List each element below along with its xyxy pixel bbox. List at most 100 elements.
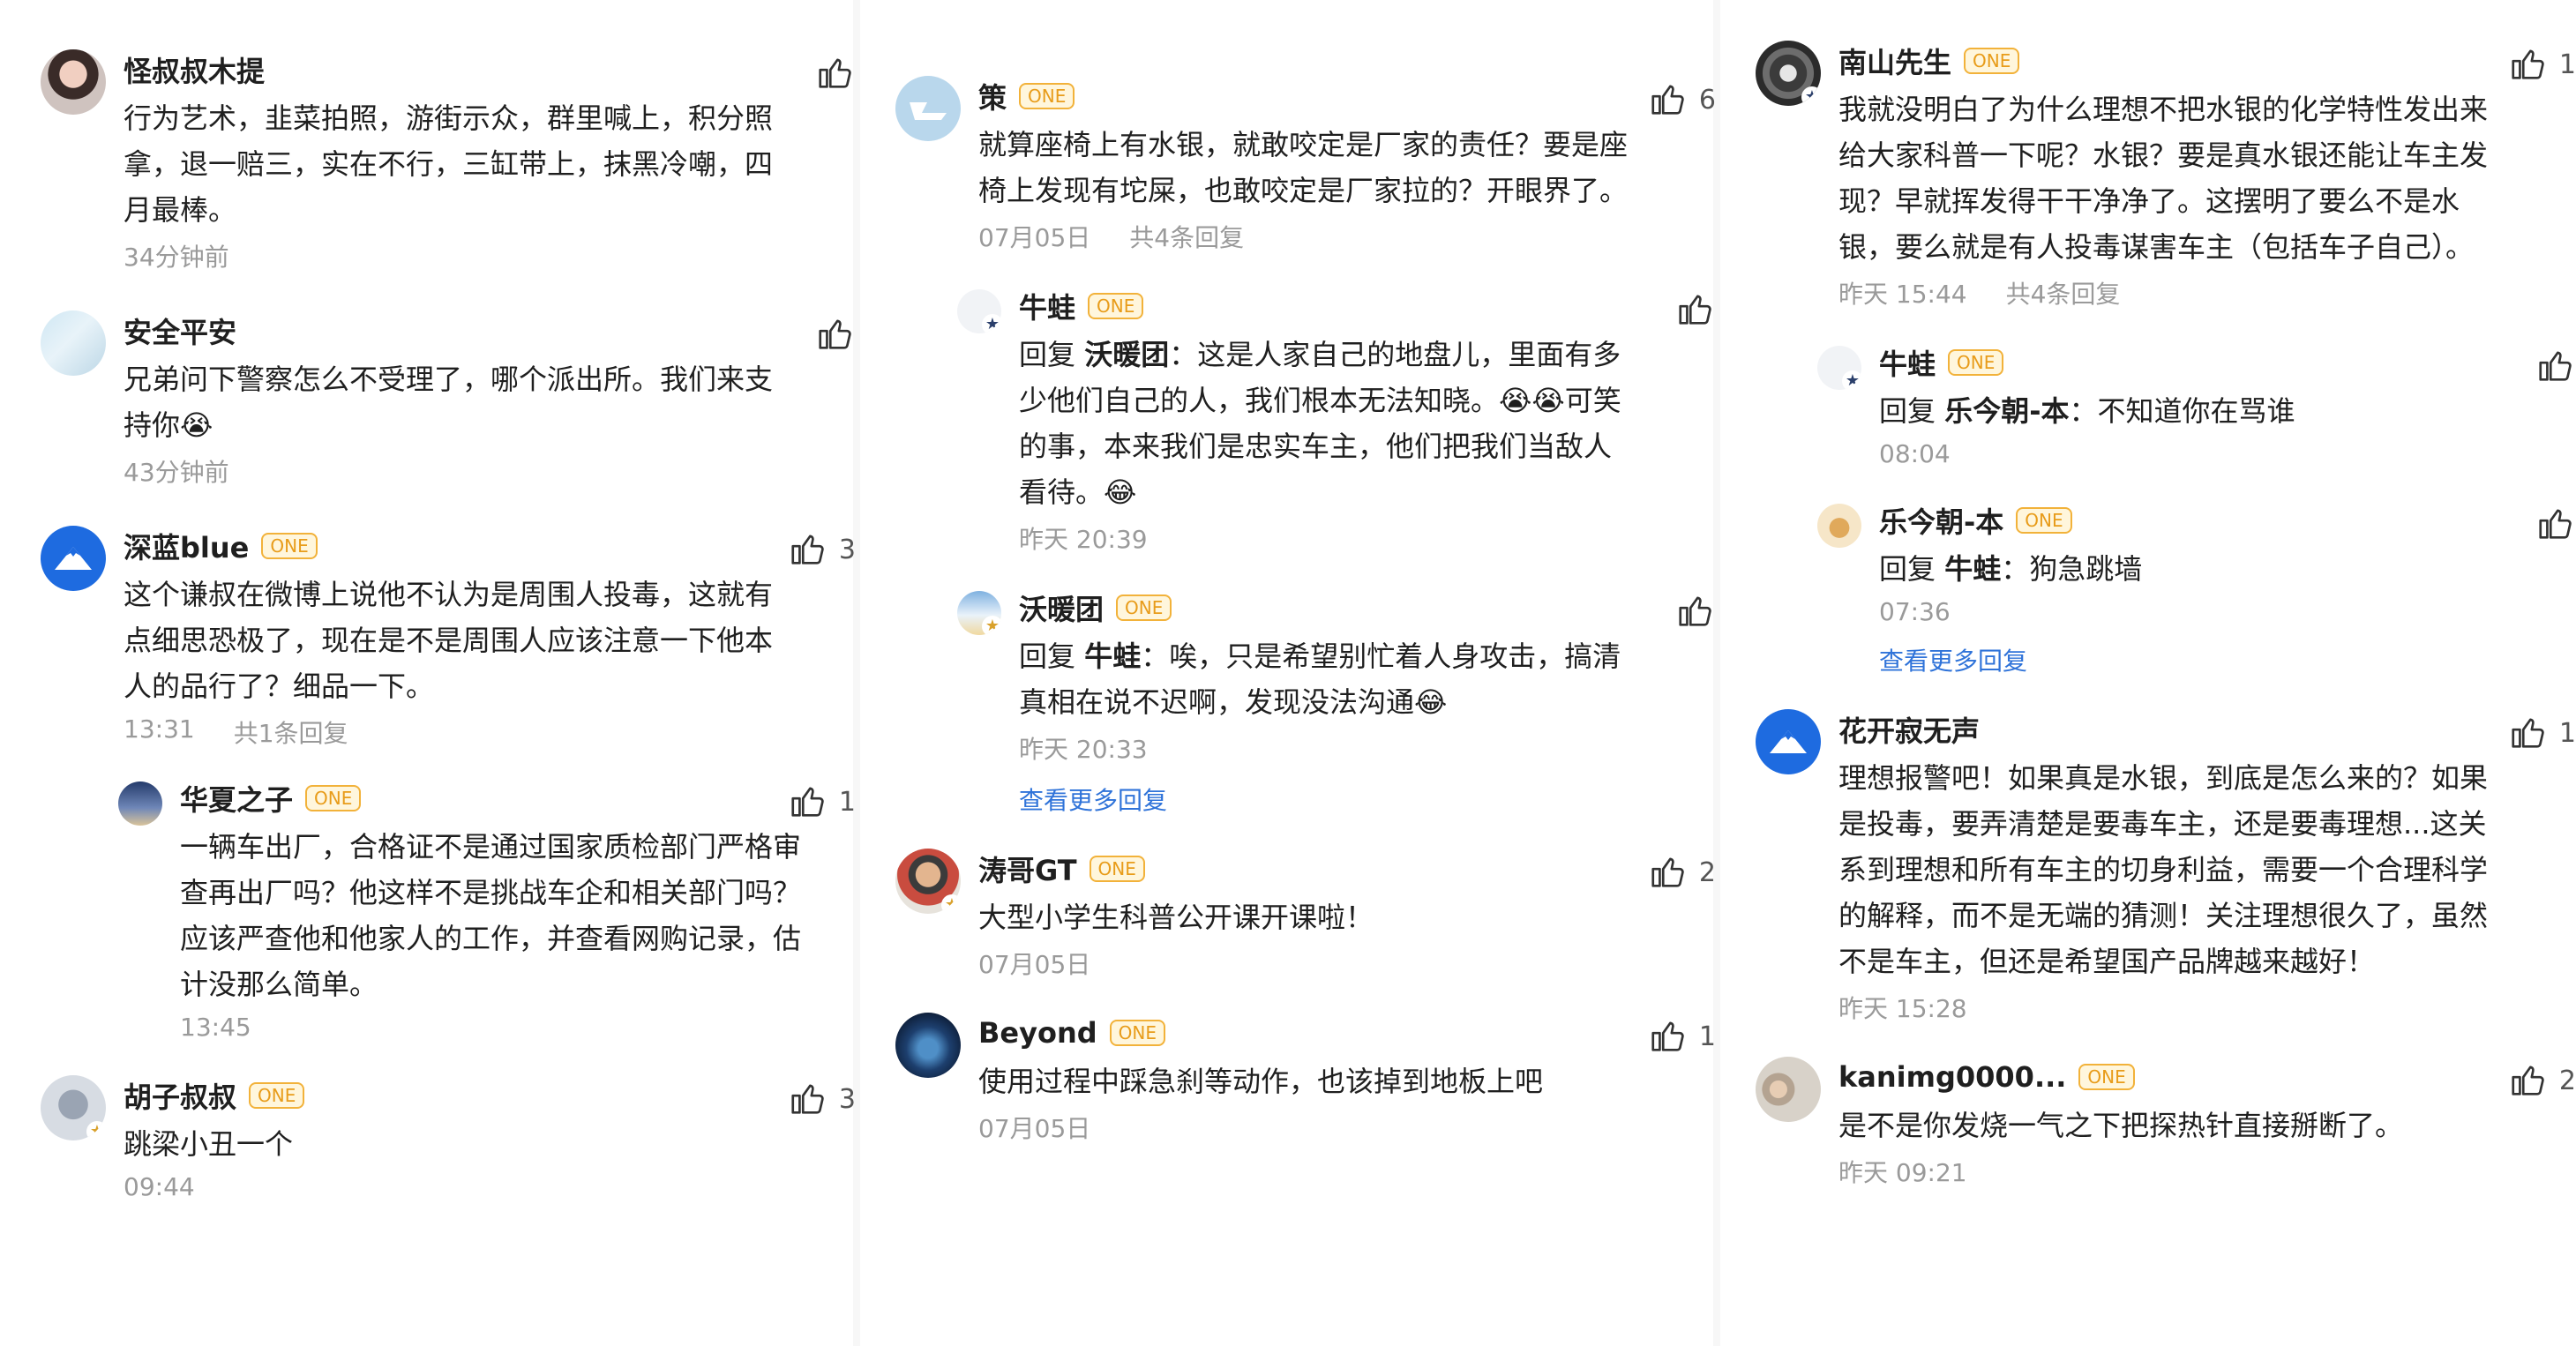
avatar[interactable] [118, 781, 162, 826]
comment-item: Beyond ONE 1 使用过程中踩急刹等动作，也该掉到地板上吧 07月05日 [895, 1007, 1716, 1145]
mountain-logo-icon [1770, 730, 1807, 753]
comment-item: 怪叔叔木提 行为艺术，韭菜拍照，游街示众，群里喊上，积分照拿，退一赔三，实在不行… [41, 44, 856, 273]
comment-text: 大型小学生科普公开课开课啦！ [978, 901, 1374, 934]
timestamp: 昨天 15:44 [1838, 280, 1967, 309]
comment-text: 一辆车出厂，合格证不是通过国家质检部门严格审查再出厂吗？他这样不是挑战车企和相关… [180, 830, 802, 1001]
username[interactable]: 乐今朝-本 [1879, 500, 2003, 541]
comment-text: 是不是你发烧一气之下把探热针直接掰断了。 [1838, 1109, 2404, 1142]
one-badge: ONE [249, 1082, 305, 1109]
like-button[interactable]: 3 [788, 529, 856, 570]
username[interactable]: Beyond [978, 1016, 1097, 1050]
comment-meta: 昨天 15:28 [1838, 990, 2576, 1025]
comment-text: 兄弟问下警察怎么不受理了，哪个派出所。我们来支持你😭 [124, 363, 774, 442]
one-badge: ONE [1088, 293, 1144, 319]
timestamp: 09:44 [124, 1172, 195, 1201]
like-button[interactable]: 1 [2508, 713, 2576, 753]
like-button[interactable]: 1 [788, 781, 856, 822]
avatar[interactable] [1756, 1057, 1821, 1122]
timestamp: 07月05日 [978, 950, 1091, 979]
avatar[interactable]: ★ [957, 289, 1001, 333]
like-button[interactable] [2535, 346, 2576, 386]
avatar[interactable] [895, 76, 961, 141]
like-button[interactable]: 1 [2508, 44, 2576, 85]
view-more-replies-link[interactable]: 查看更多回复 [1879, 642, 2576, 677]
like-button[interactable] [1675, 591, 1716, 632]
username[interactable]: 花开寂无声 [1838, 709, 1980, 750]
timestamp: 昨天 15:28 [1838, 994, 1967, 1023]
avatar[interactable] [895, 1013, 961, 1078]
comment-meta: 13:31 共1条回复 [124, 714, 856, 750]
username[interactable]: 涛哥GT [978, 849, 1077, 889]
thumbs-up-icon [791, 535, 824, 565]
comment-item: 策 ONE 6 就算座椅上有水银，就敢咬定是厂家的责任？要是座椅上发现有坨屎，也… [895, 71, 1716, 254]
username[interactable]: 胡子叔叔 [124, 1075, 236, 1116]
comment-text: 使用过程中踩急刹等动作，也该掉到地板上吧 [978, 1065, 1544, 1098]
thumbs-up-icon [1651, 85, 1684, 115]
comment-text: 行为艺术，韭菜拍照，游街示众，群里喊上，积分照拿，退一赔三，实在不行，三缸带上，… [124, 101, 774, 227]
like-count: 6 [1698, 84, 1716, 116]
username[interactable]: 安全平安 [124, 310, 236, 351]
like-button[interactable]: 6 [1648, 79, 1716, 120]
thumbs-up-icon [791, 787, 824, 817]
avatar[interactable]: ★ [957, 591, 1001, 635]
one-badge: ONE [305, 785, 362, 811]
comment-text: 回复 牛蛙：狗急跳墙 [1879, 546, 2497, 592]
username[interactable]: kanimg0000... [1838, 1060, 2066, 1094]
avatar[interactable]: ★ [41, 1075, 106, 1140]
thumbs-up-icon [2512, 718, 2544, 748]
username[interactable]: 南山先生 [1838, 41, 1951, 81]
thumbs-up-icon [2512, 1066, 2544, 1095]
avatar[interactable] [1817, 504, 1861, 548]
comment-meta: 07月05日 [978, 946, 1716, 981]
username[interactable]: 怪叔叔木提 [124, 49, 265, 90]
username[interactable]: 沃暖团 [1019, 587, 1104, 628]
username[interactable]: 牛蛙 [1019, 286, 1075, 326]
timestamp: 43分钟前 [124, 458, 229, 487]
reply-count[interactable]: 共1条回复 [234, 714, 348, 750]
avatar[interactable]: ★ [1817, 346, 1861, 390]
reply-text: ：狗急跳墙 [2001, 552, 2143, 586]
avatar[interactable] [1756, 709, 1821, 774]
reply-target[interactable]: 乐今朝-本 [1944, 394, 2069, 428]
avatar[interactable] [41, 310, 106, 376]
comment-text: 理想报警吧！如果真是水银，到底是怎么来的？如果是投毒，要弄清楚是要毒车主，还是要… [1838, 761, 2489, 978]
like-button[interactable] [815, 314, 856, 355]
like-button[interactable]: 2 [2508, 1060, 2576, 1101]
like-button[interactable] [1675, 289, 1716, 330]
like-button[interactable] [2535, 504, 2576, 544]
username[interactable]: 牛蛙 [1879, 342, 1936, 383]
timestamp: 08:04 [1879, 439, 1951, 468]
avatar[interactable]: ★ [895, 849, 961, 914]
reply-prefix: 回复 [1019, 639, 1076, 673]
like-button[interactable] [815, 53, 856, 93]
username[interactable]: 深蓝blue [124, 526, 249, 566]
avatar[interactable] [41, 526, 106, 591]
comment-meta: 07月05日 [978, 1110, 1716, 1145]
like-count: 1 [838, 786, 856, 818]
like-button[interactable]: 3 [788, 1079, 856, 1119]
avatar[interactable] [41, 49, 106, 115]
mountain-logo-icon [55, 547, 92, 570]
comment-column-2: 策 ONE 6 就算座椅上有水银，就敢咬定是厂家的责任？要是座椅上发现有坨屎，也… [860, 0, 1716, 1346]
reply-count[interactable]: 共4条回复 [2006, 275, 2121, 310]
like-button[interactable]: 2 [1648, 852, 1716, 893]
timestamp: 13:31 [124, 714, 195, 744]
comment-item: 安全平安 兄弟问下警察怎么不受理了，哪个派出所。我们来支持你😭 43分钟前 [41, 305, 856, 489]
username[interactable]: 策 [978, 76, 1007, 116]
comment-meta: 07:36 [1879, 597, 2576, 626]
like-button[interactable]: 1 [1648, 1016, 1716, 1057]
reply-target[interactable]: 牛蛙 [1084, 639, 1141, 673]
one-badge: ONE [2016, 507, 2072, 534]
like-count: 3 [838, 1083, 856, 1115]
reply-target[interactable]: 沃暖团 [1084, 338, 1169, 371]
comment-meta: 43分钟前 [124, 453, 856, 489]
reply-count[interactable]: 共4条回复 [1129, 219, 1244, 254]
one-badge: ONE [1089, 856, 1145, 882]
view-more-replies-link[interactable]: 查看更多回复 [1019, 781, 1716, 817]
one-badge: ONE [1019, 83, 1075, 109]
avatar[interactable]: ★ [1756, 41, 1821, 106]
one-badge: ONE [2078, 1064, 2135, 1090]
reply-item: 华夏之子 ONE 1 一辆车出厂，合格证不是通过国家质检部门严格审查再出厂吗？他… [118, 773, 856, 1042]
reply-target[interactable]: 牛蛙 [1944, 552, 2001, 586]
username[interactable]: 华夏之子 [180, 778, 293, 819]
